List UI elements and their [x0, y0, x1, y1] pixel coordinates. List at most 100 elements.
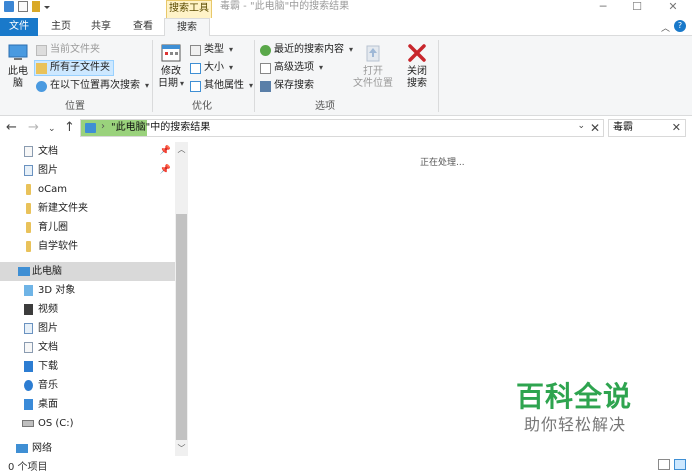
watermark-subtitle: 助你轻松解决 — [524, 415, 627, 434]
clear-search-icon[interactable]: ✕ — [672, 120, 681, 136]
close-window-button[interactable]: ✕ — [656, 0, 690, 16]
kind-label: 类型 — [204, 44, 224, 55]
view-switcher — [658, 459, 686, 470]
nav-item-videos[interactable]: 视频 — [0, 300, 175, 319]
nav-item-label: 图片 — [38, 165, 58, 176]
nav-item-3d-objects[interactable]: 3D 对象 — [0, 281, 175, 300]
forward-arrow-icon[interactable]: → — [28, 120, 39, 136]
date-modified-label: 修改 日期 — [158, 66, 184, 89]
tab-view[interactable]: 查看 — [126, 18, 160, 36]
tab-file[interactable]: 文件 — [0, 18, 38, 36]
size-icon — [190, 62, 201, 74]
ribbon-collapse-chevron-icon[interactable]: ︿ — [661, 21, 670, 34]
nav-item-pictures[interactable]: 图片 — [0, 319, 175, 338]
nav-item-pictures-pinned[interactable]: 图片 📌 — [0, 161, 175, 180]
scroll-down-chevron-icon[interactable]: ﹀ — [175, 443, 188, 454]
nav-item-new-folder[interactable]: 新建文件夹 — [0, 199, 175, 218]
back-arrow-icon[interactable]: ← — [6, 120, 17, 136]
document-icon — [24, 342, 33, 353]
desktop-icon — [24, 399, 33, 410]
date-modified-button[interactable]: 修改 日期 — [156, 42, 186, 90]
nav-item-os-drive[interactable]: OS (C:) — [0, 414, 175, 433]
nav-item-label: 新建文件夹 — [38, 203, 88, 214]
this-pc-label: 此电 脑 — [8, 66, 28, 89]
advanced-options-dropdown[interactable]: 高级选项 — [260, 60, 323, 76]
save-search-button[interactable]: 保存搜索 — [260, 78, 314, 94]
item-count: 0 个项目 — [8, 462, 48, 473]
maximize-button[interactable]: ☐ — [620, 0, 654, 16]
search-input[interactable]: 毒霸 ✕ — [608, 119, 686, 137]
advanced-options-label: 高级选项 — [274, 62, 314, 73]
group-separator — [254, 40, 255, 112]
recent-searches-dropdown[interactable]: 最近的搜索内容 — [260, 42, 353, 58]
nav-item-label: 桌面 — [38, 399, 58, 410]
this-pc-icon — [8, 44, 28, 60]
size-label: 大小 — [204, 62, 224, 73]
nav-item-label: 育儿圈 — [38, 222, 68, 233]
nav-item-this-pc[interactable]: 此电脑 — [0, 262, 175, 281]
save-search-icon — [260, 80, 271, 92]
properties-icon[interactable] — [18, 1, 28, 12]
nav-item-label: 文档 — [38, 342, 58, 353]
nav-item-label: oCam — [38, 184, 67, 195]
pin-icon[interactable]: 📌 — [160, 161, 171, 180]
nav-item-desktop[interactable]: 桌面 — [0, 395, 175, 414]
large-icons-view-icon[interactable] — [674, 459, 686, 470]
kind-dropdown[interactable]: 类型 — [190, 42, 233, 58]
all-subfolders-button[interactable]: 所有子文件夹 — [34, 60, 114, 76]
nav-item-downloads[interactable]: 下载 — [0, 357, 175, 376]
nav-item-ocam[interactable]: oCam — [0, 180, 175, 199]
scrollbar-thumb[interactable] — [176, 214, 187, 440]
other-properties-dropdown[interactable]: 其他属性 — [190, 78, 253, 94]
pin-icon[interactable]: 📌 — [160, 142, 171, 161]
ribbon-panel: 此电 脑 当前文件夹 所有子文件夹 在以下位置再次搜索 位置 修改 日期 类型 … — [0, 36, 692, 116]
nav-item-label: OS (C:) — [38, 418, 74, 429]
downloads-icon — [24, 361, 33, 372]
search-again-in-dropdown[interactable]: 在以下位置再次搜索 — [36, 78, 149, 94]
close-search-button[interactable]: 关闭 搜索 — [400, 42, 434, 90]
nav-scrollbar[interactable]: ︿ ﹀ — [175, 142, 188, 456]
this-pc-button[interactable]: 此电 脑 — [6, 42, 30, 90]
music-icon — [24, 380, 33, 391]
size-dropdown[interactable]: 大小 — [190, 60, 233, 76]
close-search-icon — [408, 44, 426, 62]
search-value: 毒霸 — [613, 122, 633, 133]
up-arrow-icon[interactable]: ↑ — [64, 120, 75, 136]
recent-locations-chevron-icon[interactable]: ⌄ — [48, 121, 56, 137]
nav-item-documents[interactable]: 文档 — [0, 338, 175, 357]
3d-objects-icon — [24, 285, 33, 296]
save-search-label: 保存搜索 — [274, 80, 314, 91]
stop-search-icon[interactable]: ✕ — [590, 120, 600, 136]
current-folder-button[interactable]: 当前文件夹 — [36, 42, 100, 58]
nav-item-parenting[interactable]: 育儿圈 — [0, 218, 175, 237]
group-separator — [152, 40, 153, 112]
navigation-pane: 文档 📌 图片 📌 oCam 新建文件夹 育儿圈 自学软件 此电脑 3D 对象 … — [0, 142, 175, 456]
nav-item-documents-pinned[interactable]: 文档 📌 — [0, 142, 175, 161]
window-title: 毒霸 - "此电脑"中的搜索结果 — [220, 1, 350, 12]
other-properties-label: 其他属性 — [204, 80, 244, 91]
quick-access-toolbar — [4, 1, 52, 12]
address-dropdown-chevron-icon[interactable]: ⌄ — [577, 121, 585, 131]
calendar-icon — [161, 44, 181, 62]
tab-home[interactable]: 主页 — [44, 18, 78, 36]
breadcrumb-chevron-icon[interactable]: › — [101, 121, 105, 132]
nav-item-label: 音乐 — [38, 380, 58, 391]
open-file-location-label: 打开 文件位置 — [353, 66, 393, 89]
options-group-label: 选项 — [315, 101, 335, 112]
tab-share[interactable]: 共享 — [84, 18, 118, 36]
help-icon[interactable]: ? — [674, 20, 686, 32]
new-folder-icon[interactable] — [32, 1, 40, 12]
document-icon — [24, 146, 33, 157]
address-bar[interactable]: › "此电脑"中的搜索结果 ⌄ ✕ — [80, 119, 604, 137]
app-icon[interactable] — [4, 1, 14, 12]
minimize-button[interactable]: ─ — [586, 0, 620, 16]
scroll-up-chevron-icon[interactable]: ︿ — [175, 144, 188, 155]
address-path[interactable]: "此电脑"中的搜索结果 — [111, 120, 210, 136]
open-file-location-button[interactable]: 打开 文件位置 — [352, 42, 394, 90]
details-view-icon[interactable] — [658, 459, 670, 470]
customize-toolbar-chevron-icon[interactable] — [44, 3, 52, 11]
nav-item-music[interactable]: 音乐 — [0, 376, 175, 395]
nav-item-self-study-software[interactable]: 自学软件 — [0, 237, 175, 256]
tab-search[interactable]: 搜索 — [164, 18, 210, 37]
search-tools-context-label: 搜索工具 — [166, 0, 212, 18]
